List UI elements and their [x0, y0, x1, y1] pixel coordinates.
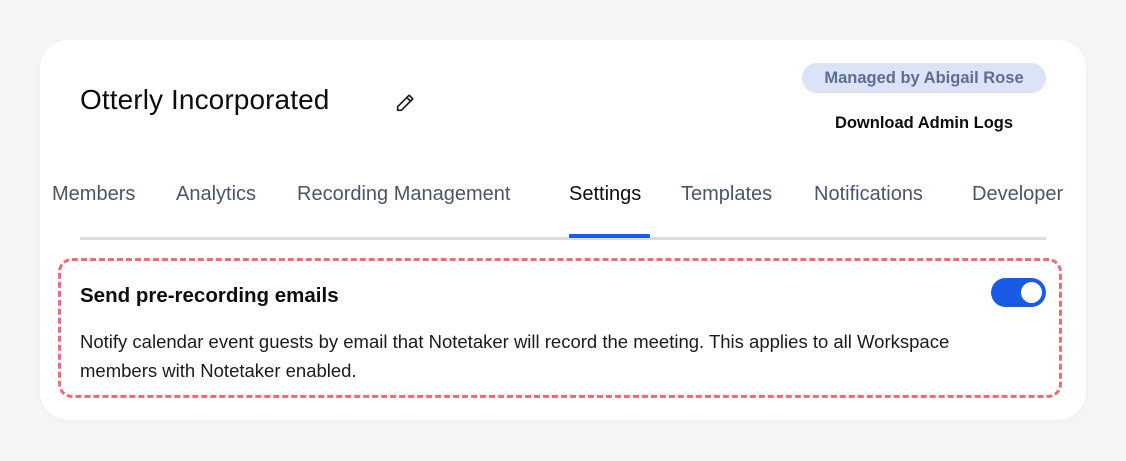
active-tab-indicator: [569, 234, 650, 238]
tab-analytics[interactable]: Analytics: [176, 180, 256, 208]
setting-title: Send pre-recording emails: [80, 284, 339, 307]
toggle-knob: [1021, 282, 1042, 303]
managed-by-badge: Managed by Abigail Rose: [802, 63, 1046, 93]
tab-recording-management[interactable]: Recording Management: [297, 180, 510, 208]
tab-divider: [80, 237, 1046, 240]
download-admin-logs-link[interactable]: Download Admin Logs: [802, 114, 1046, 133]
tab-templates[interactable]: Templates: [681, 180, 772, 208]
organization-name: Otterly Incorporated: [80, 84, 330, 115]
pre-recording-emails-toggle[interactable]: [991, 278, 1046, 307]
tab-developer[interactable]: Developer: [972, 180, 1063, 208]
tab-notifications[interactable]: Notifications: [814, 180, 923, 208]
tab-settings[interactable]: Settings: [569, 180, 641, 208]
tab-members[interactable]: Members: [52, 180, 135, 208]
edit-pencil-icon[interactable]: [394, 92, 416, 114]
setting-description: Notify calendar event guests by email th…: [80, 331, 950, 381]
